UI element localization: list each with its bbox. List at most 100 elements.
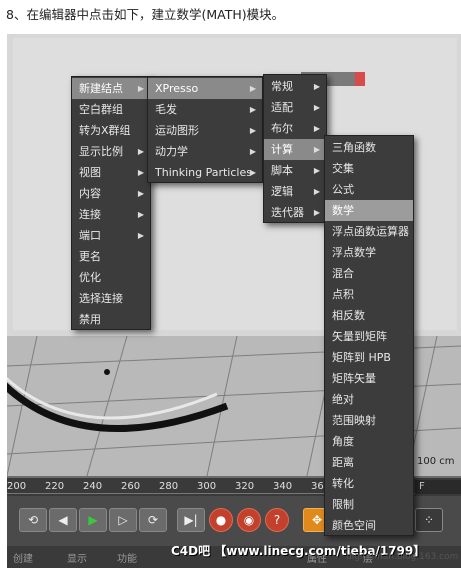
menu-item-label: 公式: [332, 183, 354, 196]
menu4-item[interactable]: 距离: [325, 452, 413, 473]
prev-key-icon[interactable]: ◀: [49, 508, 77, 532]
goto-start-icon[interactable]: ⟲: [19, 508, 47, 532]
last-frame-icon[interactable]: ▶|: [177, 508, 205, 532]
chevron-right-icon: ▶: [313, 166, 320, 175]
menu4-item[interactable]: 浮点数学: [325, 242, 413, 263]
menu1-item[interactable]: 更名: [72, 246, 150, 267]
menu4-item[interactable]: 角度: [325, 431, 413, 452]
chevron-right-icon: ▶: [137, 210, 144, 219]
menu1-item[interactable]: 显示比例 ▶: [72, 141, 150, 162]
menu-item-label: 角度: [332, 435, 354, 448]
menu-item-label: 更名: [79, 250, 101, 263]
menu-item-label: 交集: [332, 162, 354, 175]
menu3-item[interactable]: 脚本 ▶: [264, 160, 326, 181]
menu1-item[interactable]: 优化: [72, 267, 150, 288]
node-port-red: [355, 72, 365, 86]
chevron-right-icon: ▶: [137, 147, 144, 156]
record-icon[interactable]: ●: [209, 508, 233, 532]
tab-create[interactable]: 创建: [13, 550, 33, 565]
chevron-right-icon: ▶: [137, 189, 144, 198]
menu4-item[interactable]: 绝对: [325, 389, 413, 410]
ruler-tick: 320: [235, 481, 255, 492]
ruler-tick: 240: [83, 481, 103, 492]
menu1-item[interactable]: 禁用: [72, 309, 150, 330]
menu-item-label: 端口: [79, 229, 101, 242]
distance-label: 100 cm: [417, 456, 455, 467]
menu2-item[interactable]: XPresso ▶: [148, 78, 262, 99]
site-watermark: digitalman.blog.163.com: [346, 552, 459, 562]
menu-item-label: 范围映射: [332, 414, 376, 427]
play-icon[interactable]: ▶: [79, 508, 107, 532]
ruler-tick: 300: [197, 481, 217, 492]
menu4-item[interactable]: 相反数: [325, 305, 413, 326]
menu-item-label: 毛发: [155, 103, 177, 116]
menu4-item[interactable]: 范围映射: [325, 410, 413, 431]
menu-item-label: 连接: [79, 208, 101, 221]
next-key-icon[interactable]: ▷: [109, 508, 137, 532]
menu1-item[interactable]: 新建结点 ▶: [72, 78, 150, 99]
menu3-item[interactable]: 常规 ▶: [264, 76, 326, 97]
menu4-item[interactable]: 点积: [325, 284, 413, 305]
menu4-item[interactable]: 公式: [325, 179, 413, 200]
menu4-item[interactable]: 矩阵矢量: [325, 368, 413, 389]
menu1-item[interactable]: 空白群组: [72, 99, 150, 120]
menu-item-label: 运动图形: [155, 124, 199, 137]
menu-item-label: 优化: [79, 271, 101, 284]
dots-grid-icon[interactable]: ⁘: [415, 508, 443, 532]
chevron-right-icon: ▶: [249, 168, 256, 177]
menu4-item[interactable]: 限制: [325, 494, 413, 515]
menu4-item[interactable]: 矢量到矩阵: [325, 326, 413, 347]
menu3-item[interactable]: 计算 ▶: [264, 139, 326, 160]
chevron-right-icon: ▶: [137, 168, 144, 177]
menu-item-label: 绝对: [332, 393, 354, 406]
frame-field[interactable]: F: [415, 480, 461, 494]
autokey-icon[interactable]: ◉: [237, 508, 261, 532]
menu-item-label: 视图: [79, 166, 101, 179]
menu3-item[interactable]: 适配 ▶: [264, 97, 326, 118]
menu-item-label: 混合: [332, 267, 354, 280]
menu-item-label: 矩阵到 HPB: [332, 351, 391, 364]
menu3-item[interactable]: 逻辑 ▶: [264, 181, 326, 202]
chevron-right-icon: ▶: [313, 82, 320, 91]
menu2-item[interactable]: 动力学 ▶: [148, 141, 262, 162]
chevron-right-icon: ▶: [313, 124, 320, 133]
menu1-item[interactable]: 内容 ▶: [72, 183, 150, 204]
menu3-item[interactable]: 迭代器 ▶: [264, 202, 326, 223]
menu1-item[interactable]: 选择连接: [72, 288, 150, 309]
keyframe-help-icon[interactable]: ?: [265, 508, 289, 532]
menu4-item[interactable]: 转化: [325, 473, 413, 494]
menu1-item[interactable]: 连接 ▶: [72, 204, 150, 225]
goto-end-icon[interactable]: ⟳: [139, 508, 167, 532]
menu4-item[interactable]: 颜色空间: [325, 515, 413, 536]
menu-item-label: Thinking Particles: [155, 166, 252, 179]
chevron-right-icon: ▶: [249, 147, 256, 156]
context-menu: 新建结点 ▶ 空白群组 转为X群组 显示比例 ▶ 视图 ▶ 内容 ▶ 连接 ▶ 端口 ▶ 更名 优化 选择连接禁…: [71, 76, 151, 330]
menu1-item[interactable]: 转为X群组: [72, 120, 150, 141]
menu2-item[interactable]: Thinking Particles ▶: [148, 162, 262, 183]
menu-item-label: 浮点函数运算器: [332, 225, 409, 238]
c4d-screenshot: 100 cm 200 220 240 260 280 300 320 340 3…: [7, 34, 461, 568]
menu-item-label: 适配: [271, 101, 293, 114]
menu4-item[interactable]: 三角函数: [325, 137, 413, 158]
menu4-item[interactable]: 混合: [325, 263, 413, 284]
menu2-item[interactable]: 运动图形 ▶: [148, 120, 262, 141]
menu3-item[interactable]: 布尔 ▶: [264, 118, 326, 139]
menu4-item[interactable]: 交集: [325, 158, 413, 179]
menu4-item[interactable]: 浮点函数运算器: [325, 221, 413, 242]
menu-item-label: 显示比例: [79, 145, 123, 158]
new-node-submenu: XPresso ▶ 毛发 ▶ 运动图形 ▶ 动力学 ▶ Thinking Particles ▶: [147, 76, 263, 183]
chevron-right-icon: ▶: [249, 126, 256, 135]
menu2-item[interactable]: 毛发 ▶: [148, 99, 262, 120]
ruler-tick: 260: [121, 481, 141, 492]
tab-function[interactable]: 功能: [117, 550, 137, 565]
tab-display[interactable]: 显示: [67, 550, 87, 565]
menu4-item[interactable]: 数学: [325, 200, 413, 221]
step-caption: 8、在编辑器中点击如下，建立数学(MATH)模块。: [6, 7, 285, 22]
menu-item-label: 点积: [332, 288, 354, 301]
menu-item-label: 相反数: [332, 309, 365, 322]
menu-item-label: 限制: [332, 498, 354, 511]
menu1-item[interactable]: 视图 ▶: [72, 162, 150, 183]
menu1-item[interactable]: 端口 ▶: [72, 225, 150, 246]
chevron-right-icon: ▶: [313, 145, 320, 154]
menu4-item[interactable]: 矩阵到 HPB: [325, 347, 413, 368]
